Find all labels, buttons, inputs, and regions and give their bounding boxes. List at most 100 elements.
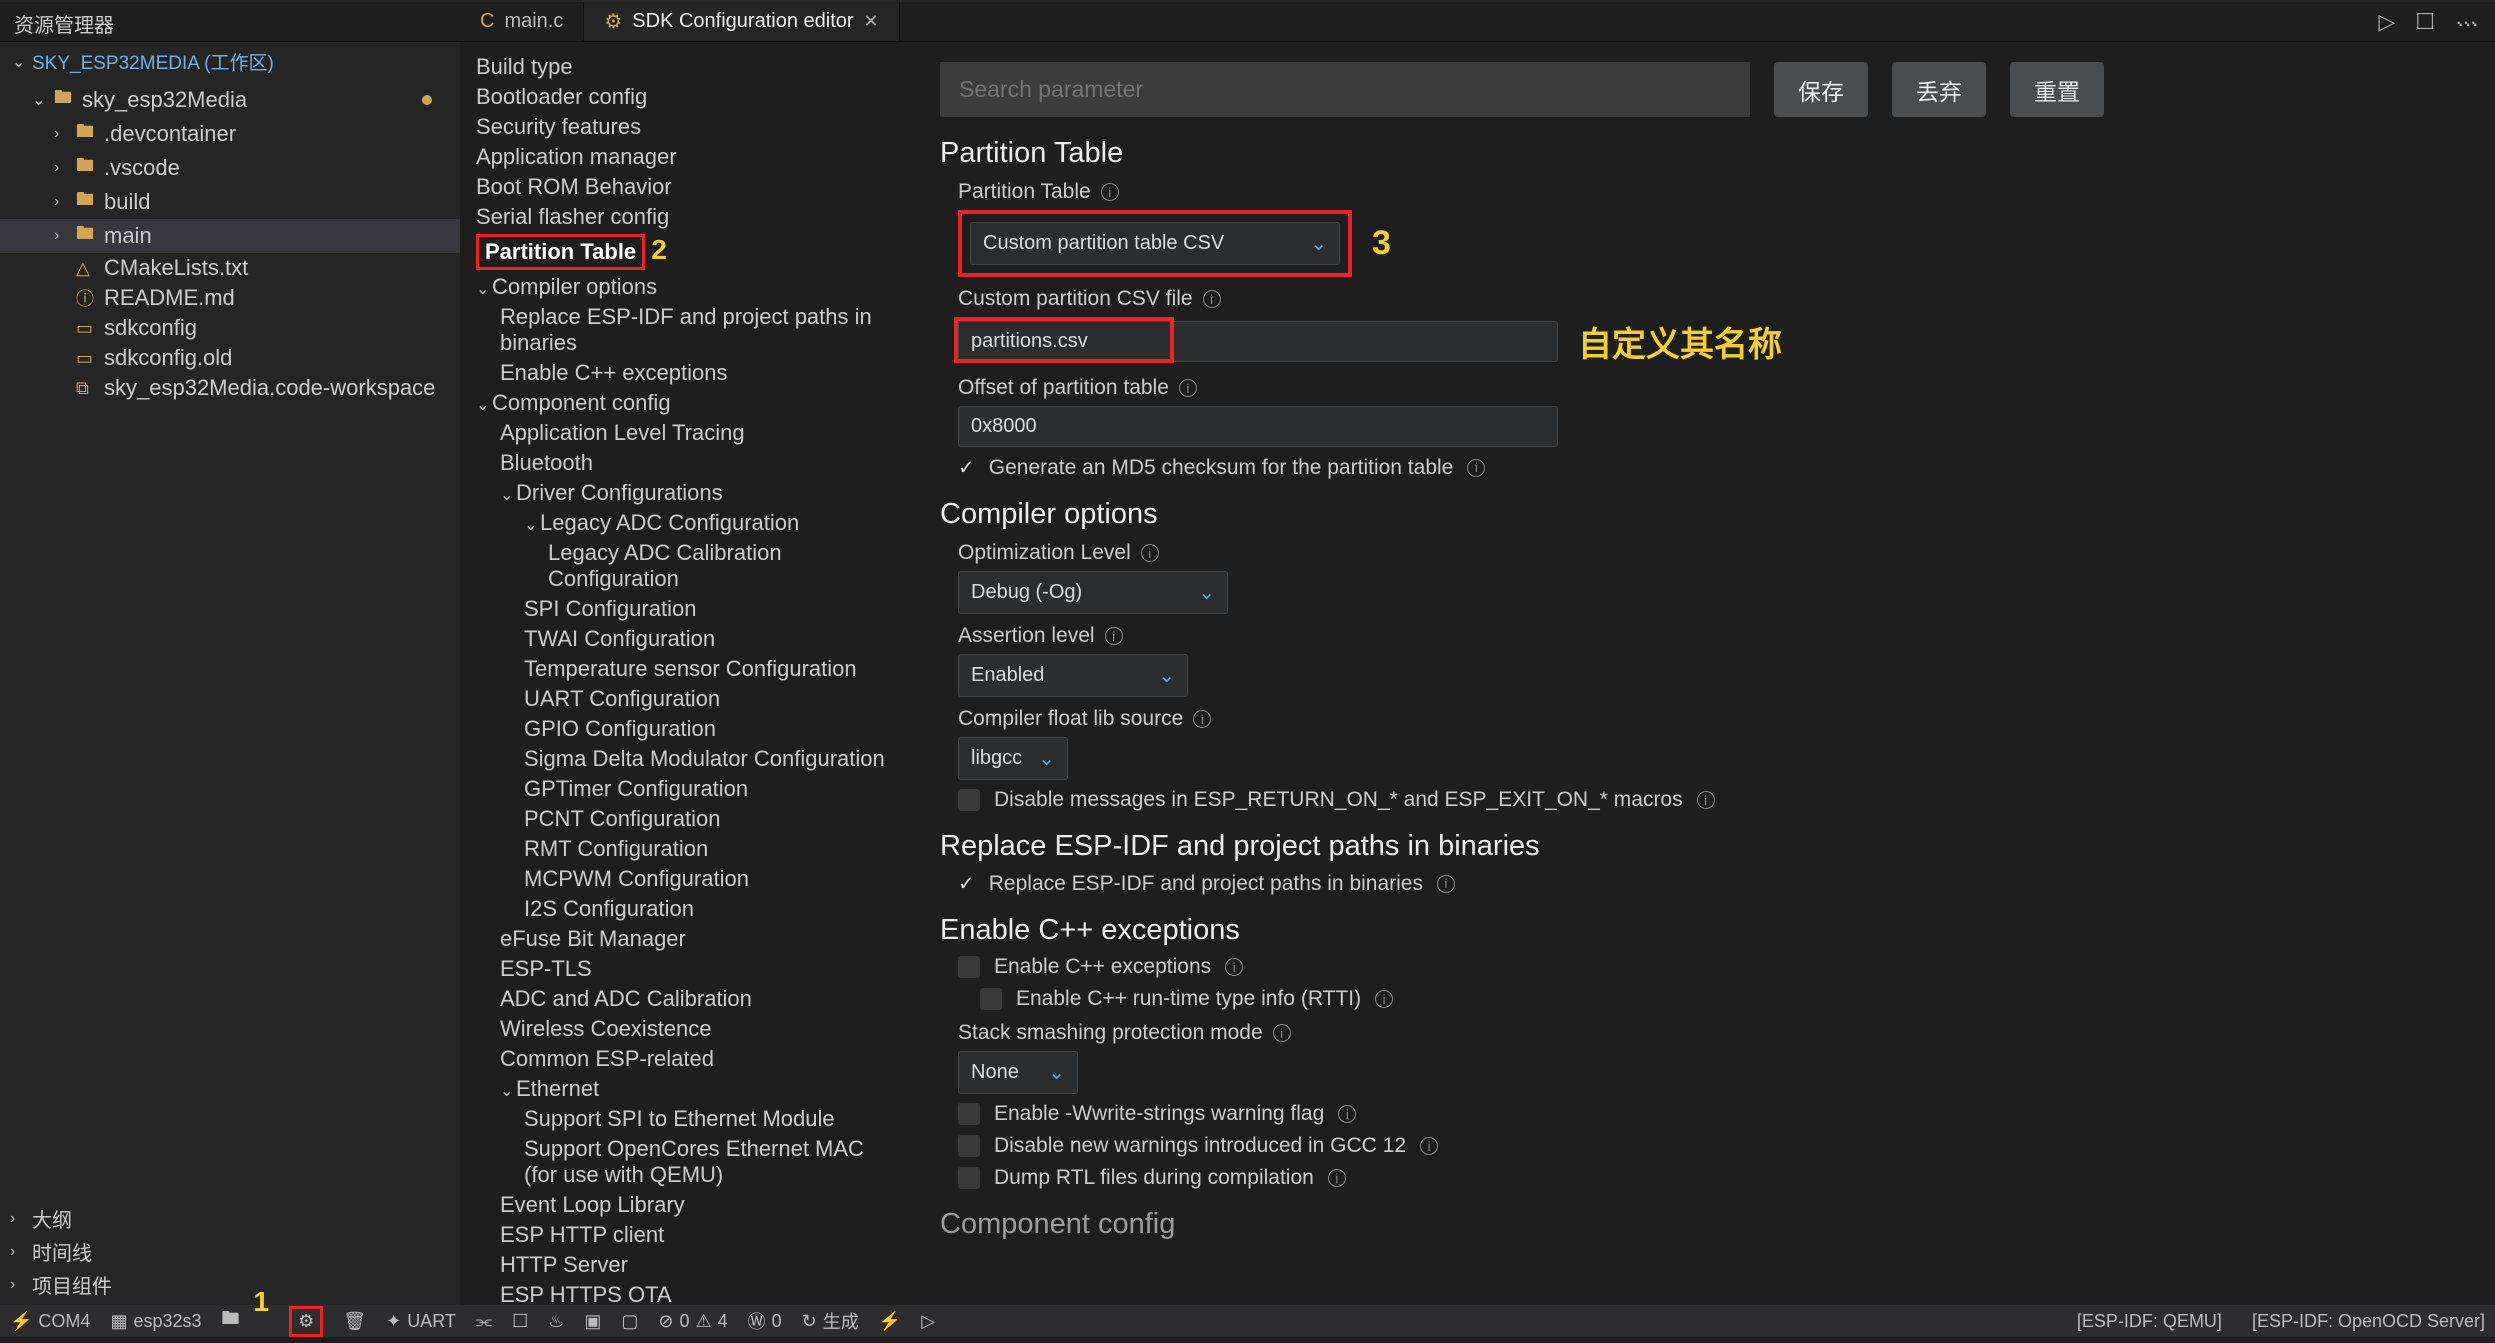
nav-item[interactable]: Serial flasher config xyxy=(476,202,892,232)
status-openocd[interactable]: [ESP-IDF: OpenOCD Server] xyxy=(2252,1311,2485,1332)
status-uart[interactable]: ✦ UART xyxy=(386,1311,456,1332)
info-icon[interactable]: i xyxy=(1193,710,1211,728)
opt-level-select[interactable]: Debug (-Og)⌄ xyxy=(958,571,1228,614)
nav-item[interactable]: UART Configuration xyxy=(476,684,892,714)
info-icon[interactable]: i xyxy=(1328,1169,1346,1187)
checkbox[interactable] xyxy=(958,956,980,978)
tree-row[interactable]: ⓘREADME.md xyxy=(0,283,460,313)
flash-icon[interactable]: ⚡ xyxy=(879,1311,901,1332)
nav-item[interactable]: SPI Configuration xyxy=(476,594,892,624)
info-icon[interactable]: i xyxy=(1375,990,1393,1008)
nav-item[interactable]: eFuse Bit Manager xyxy=(476,924,892,954)
info-icon[interactable]: i xyxy=(1141,544,1159,562)
nav-item[interactable]: Common ESP-related xyxy=(476,1044,892,1074)
nav-item[interactable]: PCNT Configuration xyxy=(476,804,892,834)
nav-item[interactable]: ⌄Compiler options xyxy=(476,272,892,302)
checkbox[interactable] xyxy=(958,1167,980,1189)
nav-item[interactable]: GPTimer Configuration xyxy=(476,774,892,804)
nav-item[interactable]: Legacy ADC Calibration Configuration xyxy=(476,538,892,594)
box-icon[interactable]: ▢ xyxy=(621,1311,638,1332)
tree-row[interactable]: ›🖿build xyxy=(0,185,460,219)
status-qemu[interactable]: [ESP-IDF: QEMU] xyxy=(2077,1311,2222,1332)
nav-item[interactable]: Wireless Coexistence xyxy=(476,1014,892,1044)
nav-item[interactable]: Boot ROM Behavior xyxy=(476,172,892,202)
panel-大纲[interactable]: ›大纲 xyxy=(10,1202,450,1235)
info-icon[interactable]: i xyxy=(1437,875,1455,893)
nav-item[interactable]: GPIO Configuration xyxy=(476,714,892,744)
nav-item[interactable]: ADC and ADC Calibration xyxy=(476,984,892,1014)
save-button[interactable]: 保存 xyxy=(1774,62,1868,117)
partition-table-select[interactable]: Custom partition table CSV⌄ xyxy=(970,222,1340,265)
play-icon[interactable]: ▷ xyxy=(921,1311,935,1332)
offset-input[interactable]: 0x8000 xyxy=(958,406,1558,447)
top-action-icon[interactable]: ▷ xyxy=(2378,9,2395,35)
tree-row[interactable]: ›🖿.devcontainer xyxy=(0,117,460,151)
search-input[interactable] xyxy=(940,62,1750,117)
nav-item[interactable]: Bluetooth xyxy=(476,448,892,478)
stack-select[interactable]: None⌄ xyxy=(958,1051,1078,1094)
trash-icon[interactable]: 🗑 xyxy=(343,1311,366,1332)
checkbox[interactable] xyxy=(958,1135,980,1157)
info-icon[interactable]: i xyxy=(1179,379,1197,397)
nav-item[interactable]: ⌄Driver Configurations xyxy=(476,478,892,508)
nav-item[interactable]: ESP-TLS xyxy=(476,954,892,984)
panel-项目组件[interactable]: ›项目组件 xyxy=(10,1268,450,1301)
gear-icon[interactable]: ⚙ xyxy=(298,1311,314,1332)
tree-row[interactable]: △CMakeLists.txt xyxy=(0,253,460,283)
info-icon[interactable]: i xyxy=(1225,958,1243,976)
checkbox[interactable] xyxy=(958,1103,980,1125)
close-icon[interactable]: ✕ xyxy=(864,11,879,32)
info-icon[interactable]: i xyxy=(1203,290,1221,308)
info-icon[interactable]: i xyxy=(1273,1024,1291,1042)
tree-row[interactable]: ›🖿.vscode xyxy=(0,151,460,185)
tree-row[interactable]: ›🖿main xyxy=(0,219,460,253)
check-icon[interactable] xyxy=(958,455,975,480)
nav-item[interactable]: TWAI Configuration xyxy=(476,624,892,654)
check-icon[interactable] xyxy=(958,871,975,896)
info-icon[interactable]: i xyxy=(1101,183,1119,201)
tree-row[interactable]: ⧉sky_esp32Media.code-workspace xyxy=(0,373,460,403)
nav-item[interactable]: MCPWM Configuration xyxy=(476,864,892,894)
nav-item[interactable]: Bootloader config xyxy=(476,82,892,112)
checkbox[interactable] xyxy=(958,789,980,811)
plug-icon[interactable]: ⫘ xyxy=(476,1311,492,1332)
nav-item[interactable]: Support OpenCores Ethernet MAC (for use … xyxy=(476,1134,892,1190)
nav-item[interactable]: Event Loop Library xyxy=(476,1190,892,1220)
nav-item[interactable]: ESP HTTPS OTA xyxy=(476,1280,892,1305)
nav-item[interactable]: Support SPI to Ethernet Module xyxy=(476,1104,892,1134)
nav-item[interactable]: I2S Configuration xyxy=(476,894,892,924)
flame-icon[interactable]: ♨ xyxy=(548,1311,564,1332)
nav-item[interactable]: Enable C++ exceptions xyxy=(476,358,892,388)
tree-row[interactable]: ⌄🖿sky_esp32Media xyxy=(0,83,460,117)
assert-select[interactable]: Enabled⌄ xyxy=(958,654,1188,697)
top-action-icon[interactable]: ··· xyxy=(2455,9,2477,35)
nav-item[interactable]: ⌄Component config xyxy=(476,388,892,418)
nav-item[interactable]: Build type xyxy=(476,52,892,82)
floatlib-select[interactable]: libgcc⌄ xyxy=(958,737,1068,780)
nav-item[interactable]: Sigma Delta Modulator Configuration xyxy=(476,744,892,774)
checkbox[interactable] xyxy=(980,988,1002,1010)
nav-item[interactable]: Application manager xyxy=(476,142,892,172)
status-wwarn[interactable]: Ⓦ 0 xyxy=(748,1308,782,1334)
status-build[interactable]: ↻ 生成 xyxy=(802,1308,859,1334)
board-icon[interactable]: ▣ xyxy=(584,1311,601,1332)
workspace-header[interactable]: ⌄ SKY_ESP32MEDIA (工作区) xyxy=(0,42,460,81)
info-icon[interactable]: i xyxy=(1697,791,1715,809)
tab-sdk-configuration-editor[interactable]: ⚙SDK Configuration editor✕ xyxy=(584,2,899,41)
monitor-icon[interactable]: ☐ xyxy=(512,1311,528,1332)
discard-button[interactable]: 丢弃 xyxy=(1892,62,1986,117)
nav-item[interactable]: Temperature sensor Configuration xyxy=(476,654,892,684)
status-com[interactable]: ⚡ COM4 xyxy=(10,1311,90,1332)
panel-时间线[interactable]: ›时间线 xyxy=(10,1235,450,1268)
nav-item[interactable]: ESP HTTP client xyxy=(476,1220,892,1250)
nav-item[interactable]: Application Level Tracing xyxy=(476,418,892,448)
nav-item[interactable]: HTTP Server xyxy=(476,1250,892,1280)
info-icon[interactable]: i xyxy=(1338,1105,1356,1123)
top-action-icon[interactable]: ☐ xyxy=(2415,9,2435,35)
tree-row[interactable]: ▭sdkconfig xyxy=(0,313,460,343)
info-icon[interactable]: i xyxy=(1467,459,1485,477)
tree-row[interactable]: ▭sdkconfig.old xyxy=(0,343,460,373)
info-icon[interactable]: i xyxy=(1105,627,1123,645)
nav-item[interactable]: ⌄Ethernet xyxy=(476,1074,892,1104)
status-folder-icon[interactable]: 🖿 xyxy=(222,1306,240,1336)
